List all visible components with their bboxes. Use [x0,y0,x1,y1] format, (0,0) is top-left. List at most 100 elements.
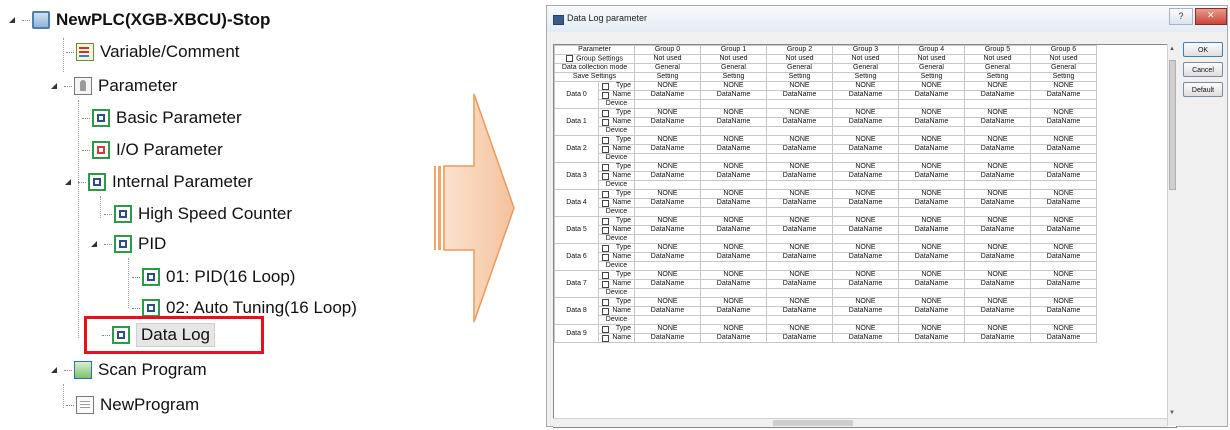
name-cell[interactable]: DataName [898,117,965,128]
name-cell[interactable]: DataName [700,144,767,155]
type-cell[interactable]: NONE [964,81,1031,92]
name-label[interactable]: Name [598,171,635,182]
name-cell[interactable]: DataName [832,144,899,155]
checkbox[interactable] [602,83,609,90]
device-cell[interactable] [898,315,965,326]
name-cell[interactable]: DataName [634,306,701,317]
device-cell[interactable] [1030,207,1097,218]
device-cell[interactable] [766,180,833,191]
type-label[interactable]: Type [598,108,635,119]
device-cell[interactable] [700,207,767,218]
device-cell[interactable] [1030,180,1097,191]
type-cell[interactable]: NONE [1030,270,1097,281]
type-label[interactable]: Type [598,189,635,200]
device-cell[interactable] [1030,288,1097,299]
type-cell[interactable]: NONE [832,243,899,254]
type-cell[interactable]: NONE [766,243,833,254]
scroll-down-icon[interactable]: ▼ [1169,410,1175,416]
name-cell[interactable]: DataName [898,306,965,317]
device-cell[interactable] [634,180,701,191]
name-cell[interactable]: DataName [1030,225,1097,236]
name-cell[interactable]: DataName [832,306,899,317]
type-cell[interactable]: NONE [1030,108,1097,119]
checkbox[interactable] [602,218,609,225]
type-cell[interactable]: NONE [700,297,767,308]
type-cell[interactable]: NONE [634,324,701,335]
type-cell[interactable]: NONE [964,297,1031,308]
device-cell[interactable] [766,153,833,164]
name-cell[interactable]: DataName [964,225,1031,236]
device-cell[interactable] [766,261,833,272]
type-cell[interactable]: NONE [634,216,701,227]
type-label[interactable]: Type [598,162,635,173]
name-cell[interactable]: DataName [964,144,1031,155]
name-cell[interactable]: DataName [832,198,899,209]
device-cell[interactable] [700,99,767,110]
type-cell[interactable]: NONE [634,81,701,92]
name-cell[interactable]: DataName [766,306,833,317]
tree-item-parameter[interactable]: Parameter [50,72,177,100]
type-cell[interactable]: NONE [766,162,833,173]
type-cell[interactable]: NONE [898,297,965,308]
name-cell[interactable]: DataName [898,225,965,236]
name-cell[interactable]: DataName [898,279,965,290]
name-cell[interactable]: DataName [700,198,767,209]
device-cell[interactable] [766,99,833,110]
device-cell[interactable] [832,126,899,137]
type-cell[interactable]: NONE [766,135,833,146]
type-cell[interactable]: NONE [1030,135,1097,146]
name-cell[interactable]: DataName [700,252,767,263]
device-cell[interactable] [898,207,965,218]
name-cell[interactable]: DataName [634,171,701,182]
collapse-arrow-icon[interactable] [8,15,18,25]
checkbox[interactable] [602,200,609,207]
type-cell[interactable]: NONE [898,216,965,227]
tree-item-pid[interactable]: PID [90,230,166,258]
checkbox[interactable] [602,299,609,306]
name-cell[interactable]: DataName [766,333,833,344]
name-cell[interactable]: DataName [1030,144,1097,155]
checkbox[interactable] [602,92,609,99]
device-cell[interactable] [832,261,899,272]
group-settings-cell[interactable]: Not used [766,53,833,65]
help-button[interactable]: ? [1169,8,1193,25]
type-cell[interactable]: NONE [634,297,701,308]
type-cell[interactable]: NONE [832,216,899,227]
type-cell[interactable]: NONE [832,189,899,200]
save-settings-cell[interactable]: Setting [700,72,767,83]
checkbox[interactable] [602,308,609,315]
name-cell[interactable]: DataName [766,279,833,290]
checkbox[interactable] [602,227,609,234]
name-cell[interactable]: DataName [634,144,701,155]
type-cell[interactable]: NONE [964,270,1031,281]
type-cell[interactable]: NONE [634,243,701,254]
device-cell[interactable] [766,126,833,137]
type-cell[interactable]: NONE [700,135,767,146]
name-cell[interactable]: DataName [634,198,701,209]
group-settings-cell[interactable]: Not used [1030,53,1097,65]
type-cell[interactable]: NONE [766,270,833,281]
device-cell[interactable] [832,180,899,191]
type-cell[interactable]: NONE [634,108,701,119]
name-cell[interactable]: DataName [1030,198,1097,209]
tree-item-variable-comment[interactable]: Variable/Comment [64,38,240,66]
name-cell[interactable]: DataName [766,198,833,209]
name-label[interactable]: Name [598,252,635,263]
tree-item-io-parameter[interactable]: I/O Parameter [80,136,223,164]
checkbox[interactable] [602,254,609,261]
tree-item-scan-program[interactable]: Scan Program [50,356,207,384]
type-cell[interactable]: NONE [1030,189,1097,200]
save-settings-cell[interactable]: Setting [964,72,1031,83]
device-cell[interactable] [832,315,899,326]
vertical-scrollbar[interactable]: ▲ ▼ [1167,44,1178,426]
type-cell[interactable]: NONE [832,108,899,119]
dialog-titlebar[interactable]: Data Log parameter ? [547,6,1227,32]
default-button[interactable]: Default [1183,82,1223,97]
type-cell[interactable]: NONE [700,270,767,281]
cancel-button[interactable]: Cancel [1183,62,1223,77]
type-cell[interactable]: NONE [700,189,767,200]
scrollbar-thumb[interactable] [773,420,853,426]
group-settings-label[interactable]: Group Settings [554,53,635,65]
name-cell[interactable]: DataName [898,171,965,182]
name-cell[interactable]: DataName [700,117,767,128]
